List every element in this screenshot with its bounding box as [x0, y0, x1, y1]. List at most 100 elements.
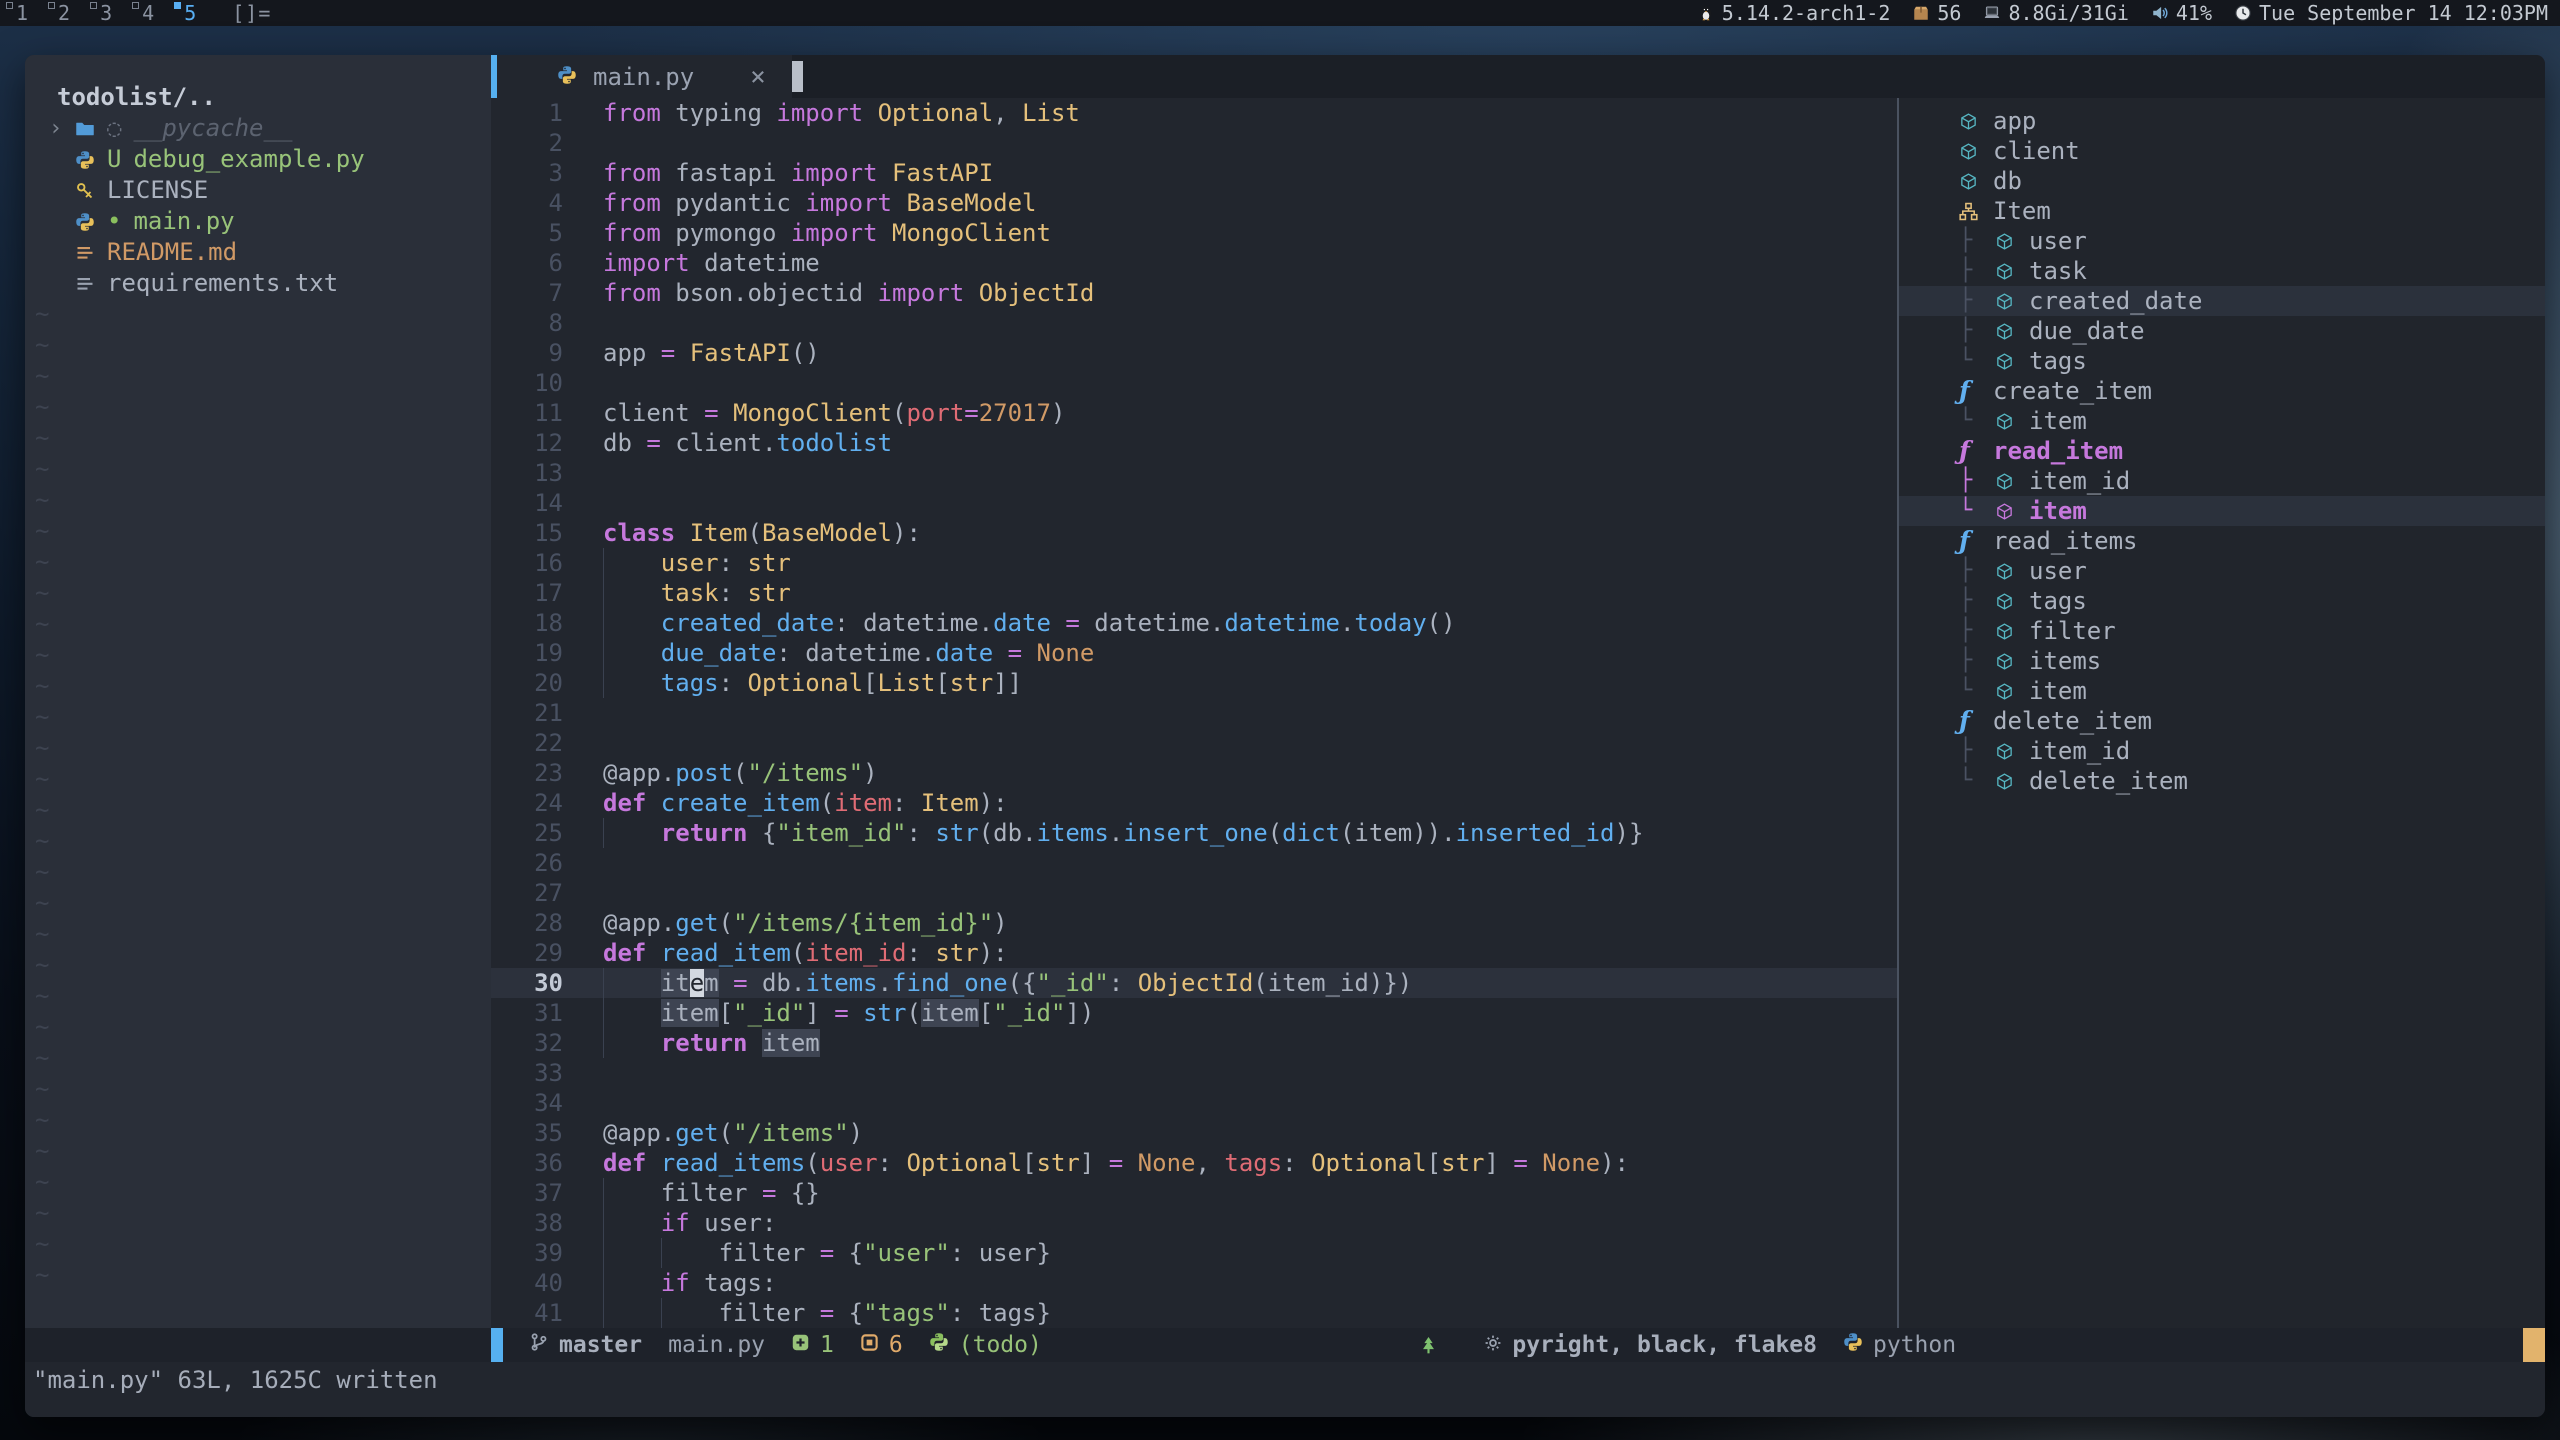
code-line-17[interactable]: 17 task: str [491, 578, 1897, 608]
code-line-38[interactable]: 38 if user: [491, 1208, 1897, 1238]
symbol-name: item_id [2029, 466, 2130, 496]
code-line-26[interactable]: 26 [491, 848, 1897, 878]
code-line-41[interactable]: 41 filter = {"tags": tags} [491, 1298, 1897, 1328]
code-line-15[interactable]: 15class Item(BaseModel): [491, 518, 1897, 548]
workspace-tag-4[interactable]: 4 [126, 0, 168, 26]
folder-icon [75, 119, 107, 139]
outline-item-tags[interactable]: └tags [1899, 346, 2545, 376]
code-line-21[interactable]: 21 [491, 698, 1897, 728]
outline-item-delete_item[interactable]: └delete_item [1899, 766, 2545, 796]
code-editor[interactable]: 1from typing import Optional, List23from… [491, 98, 1897, 1328]
status-text: 41% [2176, 1, 2212, 25]
outline-item-delete_item[interactable]: ƒdelete_item [1899, 706, 2545, 736]
code-line-40[interactable]: 40 if tags: [491, 1268, 1897, 1298]
outline-item-read_items[interactable]: ƒread_items [1899, 526, 2545, 556]
outline-item-item[interactable]: └item [1899, 406, 2545, 436]
code-text: client = MongoClient(port=27017) [579, 398, 1065, 428]
code-line-31[interactable]: 31 item["_id"] = str(item["_id"]) [491, 998, 1897, 1028]
variable-cube-icon [1995, 652, 2029, 671]
status-text: Tue September 14 12:03PM [2259, 1, 2548, 25]
code-line-20[interactable]: 20 tags: Optional[List[str]] [491, 668, 1897, 698]
code-line-7[interactable]: 7from bson.objectid import ObjectId [491, 278, 1897, 308]
code-line-18[interactable]: 18 created_date: datetime.date = datetim… [491, 608, 1897, 638]
code-line-6[interactable]: 6import datetime [491, 248, 1897, 278]
code-line-16[interactable]: 16 user: str [491, 548, 1897, 578]
file-row-main.py[interactable]: •main.py [25, 206, 491, 237]
outline-item-read_item[interactable]: ƒread_item [1899, 436, 2545, 466]
code-line-3[interactable]: 3from fastapi import FastAPI [491, 158, 1897, 188]
code-line-10[interactable]: 10 [491, 368, 1897, 398]
outline-item-Item[interactable]: Item [1899, 196, 2545, 226]
file-row-debug_example.py[interactable]: Udebug_example.py [25, 144, 491, 175]
code-line-8[interactable]: 8 [491, 308, 1897, 338]
status-package: 56 [1912, 1, 1961, 25]
outline-item-user[interactable]: ├user [1899, 226, 2545, 256]
code-line-9[interactable]: 9app = FastAPI() [491, 338, 1897, 368]
code-line-34[interactable]: 34 [491, 1088, 1897, 1118]
outline-item-db[interactable]: db [1899, 166, 2545, 196]
code-line-2[interactable]: 2 [491, 128, 1897, 158]
tag-indicator-square [90, 2, 97, 9]
tab-close-icon[interactable]: × [750, 62, 766, 92]
python-venv-icon [929, 1332, 949, 1358]
outline-item-item[interactable]: └item [1899, 496, 2545, 526]
tilde-line: ~ [25, 1229, 491, 1260]
file-row-LICENSE[interactable]: LICENSE [25, 175, 491, 206]
code-text: @app.get("/items") [579, 1118, 863, 1148]
code-line-14[interactable]: 14 [491, 488, 1897, 518]
code-line-11[interactable]: 11client = MongoClient(port=27017) [491, 398, 1897, 428]
file-row-__pycache__[interactable]: ›◌__pycache__ [25, 113, 491, 144]
outline-item-filter[interactable]: ├filter [1899, 616, 2545, 646]
file-row-requirements.txt[interactable]: requirements.txt [25, 268, 491, 299]
outline-item-app[interactable]: app [1899, 106, 2545, 136]
outline-item-created_date[interactable]: ├created_date [1899, 286, 2545, 316]
workspace-tag-2[interactable]: 2 [42, 0, 84, 26]
code-text: from typing import Optional, List [579, 98, 1080, 128]
outline-item-client[interactable]: client [1899, 136, 2545, 166]
code-text: filter = {} [579, 1178, 820, 1208]
workspace-tag-3[interactable]: 3 [84, 0, 126, 26]
outline-item-due_date[interactable]: ├due_date [1899, 316, 2545, 346]
file-row-README.md[interactable]: README.md [25, 237, 491, 268]
outline-item-item_id[interactable]: ├item_id [1899, 466, 2545, 496]
workspace-label: 3 [100, 1, 112, 25]
code-line-29[interactable]: 29def read_item(item_id: str): [491, 938, 1897, 968]
outline-item-items[interactable]: ├items [1899, 646, 2545, 676]
code-line-36[interactable]: 36def read_items(user: Optional[str] = N… [491, 1148, 1897, 1178]
code-line-37[interactable]: 37 filter = {} [491, 1178, 1897, 1208]
outline-item-user[interactable]: ├user [1899, 556, 2545, 586]
code-text: item["_id"] = str(item["_id"]) [579, 998, 1094, 1028]
outline-item-create_item[interactable]: ƒcreate_item [1899, 376, 2545, 406]
symbol-name: item_id [2029, 736, 2130, 766]
code-line-1[interactable]: 1from typing import Optional, List [491, 98, 1897, 128]
outline-item-item_id[interactable]: ├item_id [1899, 736, 2545, 766]
code-line-12[interactable]: 12db = client.todolist [491, 428, 1897, 458]
workspace-tag-5[interactable]: 5 [168, 0, 210, 26]
code-line-35[interactable]: 35@app.get("/items") [491, 1118, 1897, 1148]
code-line-23[interactable]: 23@app.post("/items") [491, 758, 1897, 788]
code-line-33[interactable]: 33 [491, 1058, 1897, 1088]
line-number: 37 [491, 1178, 579, 1208]
code-line-39[interactable]: 39 filter = {"user": user} [491, 1238, 1897, 1268]
code-text: user: str [579, 548, 791, 578]
code-text: app = FastAPI() [579, 338, 820, 368]
code-line-13[interactable]: 13 [491, 458, 1897, 488]
code-line-4[interactable]: 4from pydantic import BaseModel [491, 188, 1897, 218]
code-line-28[interactable]: 28@app.get("/items/{item_id}") [491, 908, 1897, 938]
code-line-30[interactable]: 30 item = db.items.find_one({"_id": Obje… [491, 968, 1897, 998]
code-line-19[interactable]: 19 due_date: datetime.date = None [491, 638, 1897, 668]
code-line-27[interactable]: 27 [491, 878, 1897, 908]
code-line-24[interactable]: 24def create_item(item: Item): [491, 788, 1897, 818]
code-line-25[interactable]: 25 return {"item_id": str(db.items.inser… [491, 818, 1897, 848]
outline-item-task[interactable]: ├task [1899, 256, 2545, 286]
code-line-32[interactable]: 32 return item [491, 1028, 1897, 1058]
code-line-5[interactable]: 5from pymongo import MongoClient [491, 218, 1897, 248]
tab-main-py[interactable]: main.py × [491, 55, 792, 98]
progress-indicator-block [2523, 1328, 2545, 1362]
outline-item-item[interactable]: └item [1899, 676, 2545, 706]
outline-item-tags[interactable]: ├tags [1899, 586, 2545, 616]
workspace-tag-1[interactable]: 1 [0, 0, 42, 26]
line-number: 4 [491, 188, 579, 218]
explorer-root-folder[interactable]: todolist/.. [25, 81, 491, 113]
code-line-22[interactable]: 22 [491, 728, 1897, 758]
